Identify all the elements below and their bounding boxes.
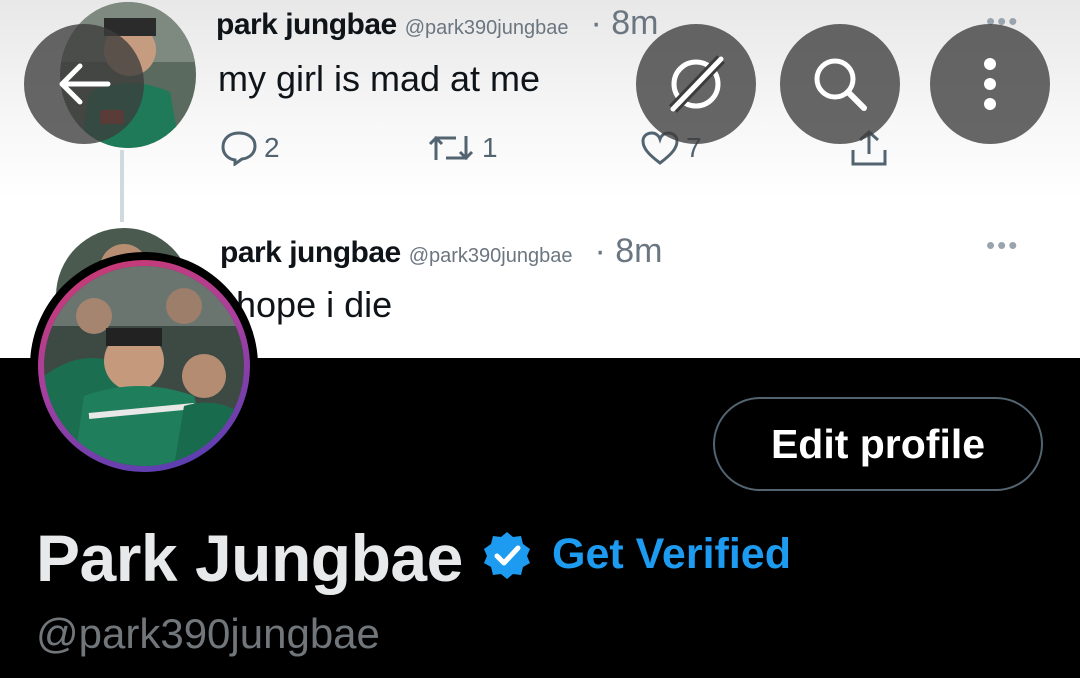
grok-slash-icon — [669, 55, 725, 113]
display-name: Park Jungbae — [36, 521, 463, 595]
tweet-header: park jungbae @park390jungbae · 8m — [216, 4, 659, 43]
avatar-photo — [44, 266, 244, 466]
more-vertical-icon — [984, 58, 996, 110]
get-verified-link[interactable]: Get Verified — [552, 530, 791, 579]
retweet-count: 1 — [482, 132, 498, 163]
tweet-retweet-action: 1 — [426, 130, 498, 166]
search-icon — [814, 58, 867, 111]
search-button[interactable] — [780, 24, 900, 144]
tweet-author-handle: @park390jungbae — [404, 17, 569, 39]
verified-badge-icon — [482, 530, 532, 585]
back-button[interactable] — [24, 24, 144, 144]
tweet-author-handle: @park390jungbae — [408, 245, 573, 267]
edit-profile-button[interactable]: Edit profile — [713, 397, 1043, 491]
avatar-gradient-ring — [38, 260, 250, 472]
reply-icon — [221, 131, 257, 166]
tweet-author-name: park jungbae — [216, 8, 397, 41]
back-arrow-icon — [59, 63, 111, 105]
username: @park390jungbae — [36, 610, 380, 657]
reply-count: 2 — [264, 132, 280, 163]
tweet-more-icon: ••• — [986, 230, 1020, 260]
profile-avatar[interactable] — [30, 252, 258, 480]
tweet-text: hope i die — [236, 284, 393, 325]
retweet-icon — [428, 135, 474, 161]
grok-button[interactable] — [636, 24, 756, 144]
tweet-reply-action: 2 — [220, 130, 280, 166]
tweet-author-name: park jungbae — [220, 236, 401, 269]
more-options-button[interactable] — [930, 24, 1050, 144]
tweet-time: · 8m — [590, 4, 659, 42]
tweet-text: my girl is mad at me — [218, 58, 541, 99]
tweet-header: park jungbae @park390jungbae · 8m — [220, 232, 663, 271]
tweet-time: · 8m — [594, 232, 663, 270]
thread-line — [120, 150, 124, 222]
